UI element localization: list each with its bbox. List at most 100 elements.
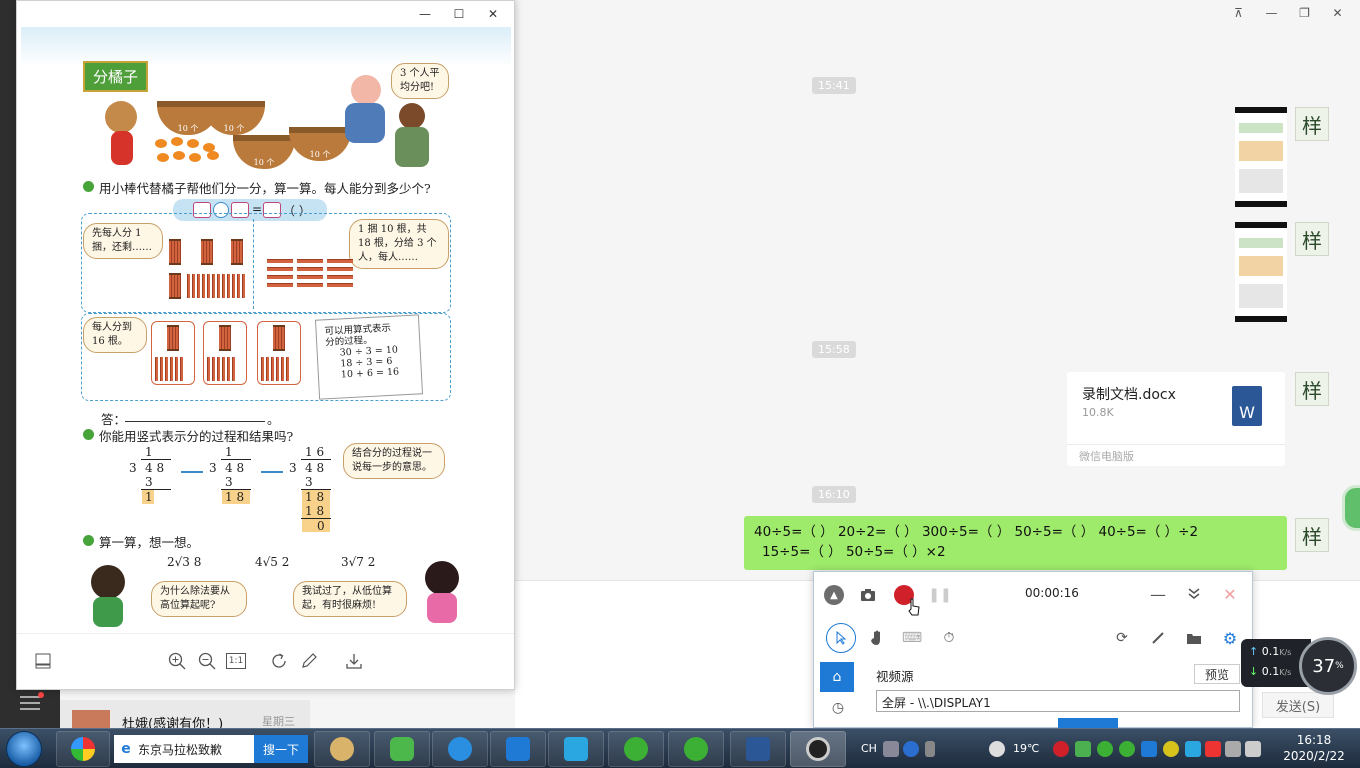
taskbar-app-recorder[interactable]	[790, 731, 846, 767]
speech-bubble: 结合分的过程说一说每一步的意思。	[343, 443, 445, 479]
video-source-select[interactable]: 全屏 - \\.\DISPLAY1	[876, 690, 1240, 712]
speaker-icon[interactable]	[1245, 741, 1261, 757]
help-icon[interactable]	[903, 741, 919, 757]
refresh-icon[interactable]: ⟳	[1112, 628, 1132, 648]
download-icon[interactable]	[344, 652, 364, 670]
shield-tray-icon[interactable]	[1141, 741, 1157, 757]
question-text: 你能用竖式表示分的过程和结果吗?	[99, 429, 294, 444]
contact-list-item[interactable]: 杜娥(感谢有你！) 星期三	[60, 700, 310, 732]
taskbar-app-tool[interactable]	[548, 731, 604, 767]
text-message[interactable]: 40÷5=（ ） 20÷2=（ ） 300÷5=（ ） 50÷5=（ ） 40÷…	[744, 516, 1287, 570]
actual-size-icon[interactable]: 1:1	[226, 653, 246, 669]
minimize-icon[interactable]: —	[1148, 584, 1168, 604]
sun-icon	[989, 741, 1005, 757]
system-clock[interactable]: 16:18 2020/2/22	[1272, 732, 1356, 764]
chat-messages: 15:41 样 样 15:58 录制文档.docx 10.8K W 微信电脑版 …	[515, 30, 1360, 580]
close-icon[interactable]: ✕	[1220, 584, 1240, 604]
menu-icon[interactable]	[20, 696, 40, 710]
network-speed-widget[interactable]: ↑ 0.1K/s ↓ 0.1K/s 37%	[1241, 637, 1360, 695]
play-icon[interactable]	[1075, 741, 1091, 757]
viewer-titlebar[interactable]: — ☐ ✕	[17, 1, 514, 27]
download-arrow-icon: ↓	[1249, 665, 1259, 678]
avatar[interactable]: 样	[1295, 372, 1329, 406]
question-text: 用小棒代替橘子帮他们分一分，算一算。每人能分到多少个?	[99, 181, 431, 196]
network-icon[interactable]	[1225, 741, 1241, 757]
collapse-up-icon[interactable]: ▲	[824, 585, 844, 605]
gear-icon[interactable]: ⚙	[1220, 628, 1240, 648]
taskbar-app-paint[interactable]	[314, 731, 370, 767]
bullet-icon	[83, 181, 94, 192]
start-button[interactable]	[6, 731, 42, 767]
avatar[interactable]: 样	[1295, 518, 1329, 552]
history-icon[interactable]: ◷	[828, 698, 848, 718]
select-pointer-icon[interactable]	[826, 623, 856, 653]
bullet-icon	[83, 429, 94, 440]
taskbar-app-360-safe[interactable]	[374, 731, 430, 767]
browser-icon	[448, 737, 472, 761]
edit-icon[interactable]	[299, 652, 319, 670]
minimize-icon[interactable]: —	[1255, 4, 1288, 22]
timer-icon[interactable]: ⏱	[939, 628, 959, 648]
taskbar-app-word[interactable]	[730, 731, 786, 767]
word-file-icon: W	[1232, 386, 1262, 426]
memory-usage-ring[interactable]: 37%	[1299, 637, 1357, 695]
page-title: 分橘子	[83, 61, 149, 92]
shield-icon	[506, 737, 530, 761]
avatar[interactable]: 样	[1295, 107, 1329, 141]
wechat-tray-icon[interactable]	[1097, 741, 1113, 757]
viewer-window-controls: — ☐ ✕	[408, 4, 510, 24]
image-message[interactable]	[1235, 222, 1287, 322]
plus-tray-icon[interactable]	[1163, 741, 1179, 757]
speech-bubble: 先每人分 1 捆，还剩……	[83, 223, 163, 259]
folder-icon[interactable]	[1184, 628, 1204, 648]
time-stamp: 16:10	[812, 486, 856, 503]
search-button[interactable]: 搜一下	[254, 735, 308, 763]
notification-dot	[38, 692, 44, 698]
rotate-icon[interactable]	[269, 652, 289, 670]
taskbar-app-wechat-2[interactable]	[668, 731, 724, 767]
time-stamp: 15:41	[812, 77, 856, 94]
ime-indicator[interactable]: CH	[861, 742, 877, 755]
wechat-tray-icon[interactable]	[1119, 741, 1135, 757]
maximize-icon[interactable]: ❐	[1288, 4, 1321, 22]
upload-arrow-icon: ↑	[1249, 645, 1259, 658]
minimize-icon[interactable]: —	[408, 4, 442, 24]
floating-ball-icon[interactable]	[1342, 485, 1360, 531]
search-input[interactable]	[114, 735, 254, 763]
word-icon	[746, 737, 770, 761]
speech-bubble: 1 捆 10 根，共 18 根，分给 3 个人，每人……	[349, 219, 449, 269]
boy-figure	[91, 565, 125, 599]
settings-icon[interactable]	[925, 741, 935, 757]
brush-icon[interactable]	[1148, 628, 1168, 648]
zoom-out-icon[interactable]	[197, 652, 217, 670]
thumbnail-icon[interactable]	[33, 652, 53, 670]
volume-mute-icon[interactable]	[1205, 741, 1221, 757]
record-camera-icon	[806, 737, 830, 761]
hand-icon[interactable]	[867, 628, 887, 648]
app-logo-icon	[71, 737, 95, 761]
file-message[interactable]: 录制文档.docx 10.8K W 微信电脑版	[1067, 372, 1285, 466]
taskbar-app-360[interactable]	[56, 731, 110, 767]
close-icon[interactable]: ✕	[1321, 4, 1354, 22]
pin-icon[interactable]: ⊼	[1222, 4, 1255, 22]
keyboard-icon[interactable]	[883, 741, 899, 757]
taskbar-app-edge[interactable]	[432, 731, 488, 767]
wave-tray-icon[interactable]	[1185, 741, 1201, 757]
taskbar-app-wechat[interactable]	[608, 731, 664, 767]
close-icon[interactable]: ✕	[476, 4, 510, 24]
home-icon[interactable]: ⌂	[820, 662, 854, 692]
avatar	[72, 710, 110, 728]
send-button[interactable]: 发送(S)	[1262, 692, 1334, 718]
camera-icon[interactable]	[858, 585, 878, 605]
pause-icon[interactable]: ❚❚	[928, 585, 951, 605]
image-message[interactable]	[1235, 107, 1287, 207]
chevron-down-icon[interactable]	[1184, 584, 1204, 604]
taskbar-app-security[interactable]	[490, 731, 546, 767]
keyboard-icon[interactable]: ⌨	[902, 628, 922, 648]
avatar[interactable]: 样	[1295, 222, 1329, 256]
zoom-in-icon[interactable]	[167, 652, 187, 670]
speech-bubble: 我试过了，从低位算起，有时很麻烦!	[293, 581, 407, 617]
preview-button[interactable]: 预览	[1194, 664, 1240, 684]
maximize-icon[interactable]: ☐	[442, 4, 476, 24]
record-status-icon[interactable]	[1053, 741, 1069, 757]
